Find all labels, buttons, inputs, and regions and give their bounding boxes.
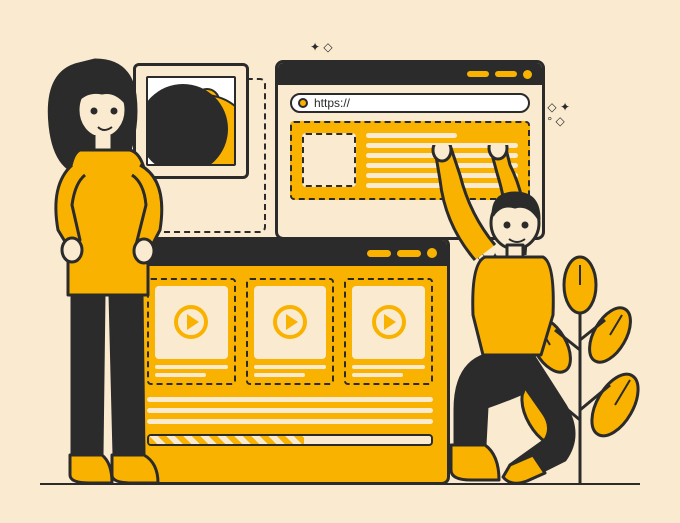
window-control-icon — [495, 71, 517, 77]
window-control-icon — [467, 71, 489, 77]
window-control-icon — [523, 70, 532, 79]
woman-illustration — [40, 55, 180, 485]
window-control-icon — [367, 250, 391, 257]
progress-bar[interactable] — [147, 434, 433, 446]
man-illustration — [415, 145, 615, 485]
text-lines — [147, 397, 433, 424]
sparkle-icon: ✦ ◇ — [310, 40, 333, 54]
play-icon — [372, 305, 406, 339]
video-card[interactable] — [246, 278, 335, 385]
url-text: https:// — [314, 96, 350, 110]
secure-icon — [298, 98, 308, 108]
sparkle-icon: ◇ ✦° ◇ — [547, 100, 570, 128]
video-thumbnail — [254, 286, 327, 359]
thumbnail-placeholder — [302, 133, 356, 187]
play-icon — [273, 305, 307, 339]
address-bar[interactable]: https:// — [290, 93, 530, 113]
window-header — [133, 240, 447, 266]
video-row — [147, 278, 433, 385]
window-header — [278, 63, 542, 85]
